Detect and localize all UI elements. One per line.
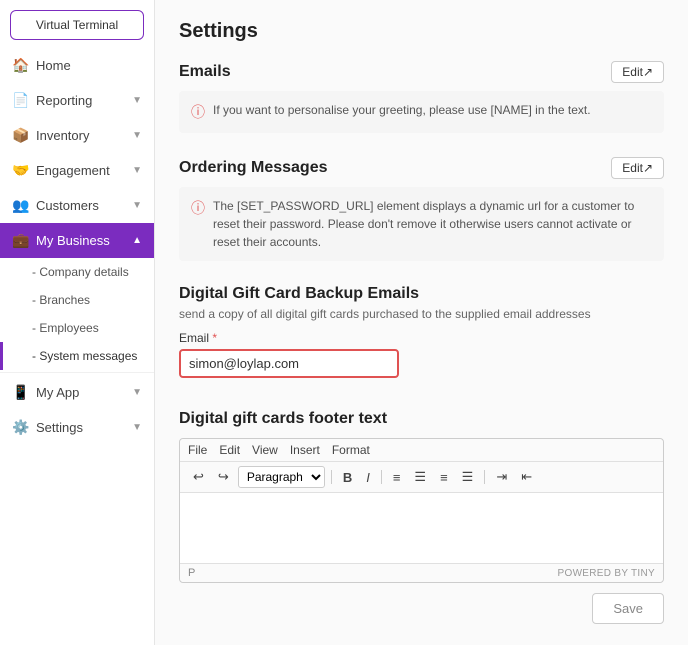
sidebar-item-customers[interactable]: 👥 Customers ▼ (0, 188, 154, 223)
emails-section-header: Emails Edit↗ (179, 61, 664, 83)
sidebar-sub-system-messages[interactable]: - System messages (0, 342, 154, 370)
digital-gift-card-title: Digital Gift Card Backup Emails (179, 285, 664, 303)
footer-text-title: Digital gift cards footer text (179, 410, 664, 428)
digital-gift-card-section: Digital Gift Card Backup Emails send a c… (179, 285, 664, 386)
toolbar-italic-button[interactable]: I (361, 467, 375, 488)
ordering-messages-info-text: The [SET_PASSWORD_URL] element displays … (213, 197, 652, 251)
page-title: Settings (179, 20, 664, 43)
save-row: Save (179, 593, 664, 624)
toolbar-align-left-button[interactable]: ≡ (388, 467, 406, 488)
sidebar-item-home-label: Home (36, 58, 71, 73)
ordering-messages-title: Ordering Messages (179, 159, 328, 177)
settings-icon: ⚙️ (12, 419, 28, 436)
sidebar-item-reporting-label: Reporting (36, 93, 92, 108)
sidebar-item-my-business-label: My Business (36, 233, 110, 248)
editor-body[interactable] (180, 493, 663, 563)
my-business-icon: 💼 (12, 232, 28, 249)
email-input-wrapper (179, 349, 399, 378)
editor-toolbar-row: ↩ ↪ Paragraph B I ≡ ☰ ≡ ☰ ⇥ ⇤ (180, 462, 663, 493)
sidebar-item-engagement[interactable]: 🤝 Engagement ▼ (0, 153, 154, 188)
sidebar-item-my-app[interactable]: 📱 My App ▼ (0, 375, 154, 410)
virtual-terminal-button[interactable]: Virtual Terminal (10, 10, 144, 40)
sidebar-divider (0, 372, 154, 373)
main-content: Settings Emails Edit↗ ⓘ If you want to p… (155, 0, 688, 645)
toolbar-justify-button[interactable]: ☰ (457, 466, 479, 488)
ordering-messages-info-box: ⓘ The [SET_PASSWORD_URL] element display… (179, 187, 664, 261)
toolbar-separator3 (484, 470, 485, 484)
email-input[interactable] (189, 356, 389, 371)
sidebar-item-home[interactable]: 🏠 Home (0, 48, 154, 83)
toolbar-indent-button[interactable]: ⇥ (491, 466, 512, 488)
sidebar-sub-company-details[interactable]: - Company details (0, 258, 154, 286)
ordering-messages-section: Ordering Messages Edit↗ ⓘ The [SET_PASSW… (179, 157, 664, 261)
toolbar-menu-edit[interactable]: Edit (219, 443, 240, 457)
sidebar-item-customers-label: Customers (36, 198, 99, 213)
home-icon: 🏠 (12, 57, 28, 74)
toolbar-outdent-button[interactable]: ⇤ (516, 466, 537, 488)
sidebar-item-settings[interactable]: ⚙️ Settings ▼ (0, 410, 154, 445)
emails-section: Emails Edit↗ ⓘ If you want to personalis… (179, 61, 664, 133)
customers-icon: 👥 (12, 197, 28, 214)
sidebar-sub-branches[interactable]: - Branches (0, 286, 154, 314)
engagement-chevron-icon: ▼ (132, 165, 142, 176)
digital-gift-card-subtitle: send a copy of all digital gift cards pu… (179, 307, 664, 321)
editor-footer: P POWERED BY TINY (180, 563, 663, 582)
save-button[interactable]: Save (592, 593, 664, 624)
my-business-chevron-icon: ▲ (132, 235, 142, 246)
my-app-icon: 📱 (12, 384, 28, 401)
toolbar-align-right-button[interactable]: ≡ (435, 467, 453, 488)
toolbar-menu-view[interactable]: View (252, 443, 278, 457)
sidebar-item-settings-label: Settings (36, 420, 83, 435)
my-app-chevron-icon: ▼ (132, 387, 142, 398)
reporting-icon: 📄 (12, 92, 28, 109)
sidebar-item-reporting[interactable]: 📄 Reporting ▼ (0, 83, 154, 118)
email-field-label: Email * (179, 331, 664, 345)
toolbar-separator2 (381, 470, 382, 484)
emails-info-icon: ⓘ (191, 102, 205, 123)
customers-chevron-icon: ▼ (132, 200, 142, 211)
sidebar-sub-employees[interactable]: - Employees (0, 314, 154, 342)
engagement-icon: 🤝 (12, 162, 28, 179)
inventory-icon: 📦 (12, 127, 28, 144)
required-marker: * (212, 331, 217, 345)
sidebar-item-engagement-label: Engagement (36, 163, 110, 178)
sidebar-item-inventory-label: Inventory (36, 128, 89, 143)
emails-info-text: If you want to personalise your greeting… (213, 101, 591, 119)
settings-chevron-icon: ▼ (132, 422, 142, 433)
sidebar-item-my-app-label: My App (36, 385, 79, 400)
toolbar-separator (331, 470, 332, 484)
sidebar-item-my-business[interactable]: 💼 My Business ▲ (0, 223, 154, 258)
reporting-chevron-icon: ▼ (132, 95, 142, 106)
powered-by-label: POWERED BY TINY (558, 568, 655, 579)
editor-toolbar-top: File Edit View Insert Format (180, 439, 663, 462)
toolbar-bold-button[interactable]: B (338, 467, 357, 488)
sidebar-item-inventory[interactable]: 📦 Inventory ▼ (0, 118, 154, 153)
my-business-submenu: - Company details - Branches - Employees… (0, 258, 154, 370)
emails-section-title: Emails (179, 63, 231, 81)
paragraph-select[interactable]: Paragraph (238, 466, 325, 488)
toolbar-menu-file[interactable]: File (188, 443, 207, 457)
toolbar-align-center-button[interactable]: ☰ (409, 466, 431, 488)
editor-box: File Edit View Insert Format ↩ ↪ Paragra… (179, 438, 664, 583)
ordering-messages-edit-button[interactable]: Edit↗ (611, 157, 664, 179)
ordering-messages-header: Ordering Messages Edit↗ (179, 157, 664, 179)
ordering-messages-info-icon: ⓘ (191, 198, 205, 219)
toolbar-menu-format[interactable]: Format (332, 443, 370, 457)
toolbar-menu-insert[interactable]: Insert (290, 443, 320, 457)
footer-text-section: Digital gift cards footer text File Edit… (179, 410, 664, 583)
editor-footer-tag: P (188, 567, 195, 579)
toolbar-redo-button[interactable]: ↪ (213, 466, 234, 488)
emails-info-box: ⓘ If you want to personalise your greeti… (179, 91, 664, 133)
sidebar: Virtual Terminal 🏠 Home 📄 Reporting ▼ 📦 … (0, 0, 155, 645)
emails-edit-button[interactable]: Edit↗ (611, 61, 664, 83)
inventory-chevron-icon: ▼ (132, 130, 142, 141)
toolbar-undo-button[interactable]: ↩ (188, 466, 209, 488)
